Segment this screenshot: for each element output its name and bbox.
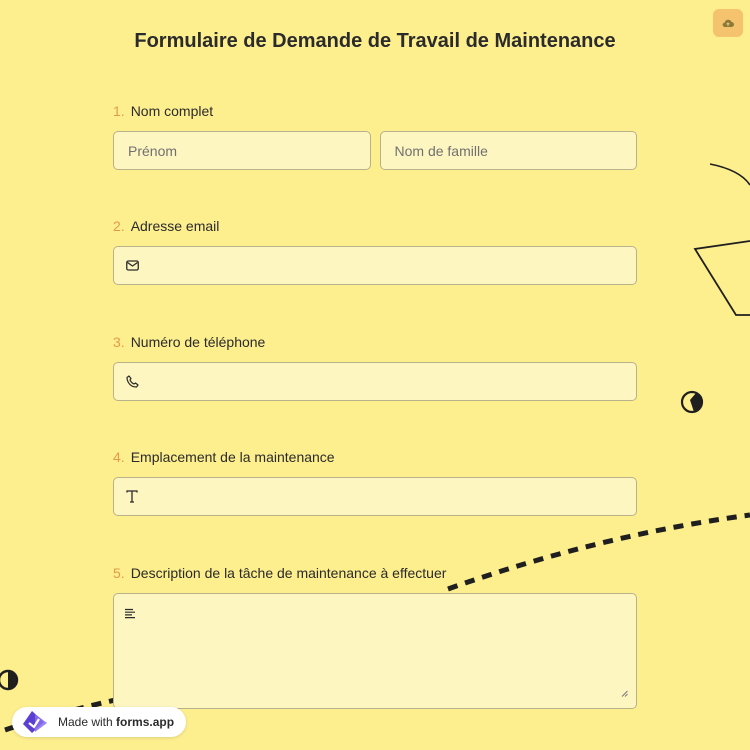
question-number: 3. [113,334,125,350]
question-label: 4. Emplacement de la maintenance [113,448,637,466]
first-name-placeholder: Prénom [128,142,178,159]
question-label: 2. Adresse email [113,217,637,235]
question-text: Adresse email [130,218,220,234]
question-text: Numéro de téléphone [130,334,266,350]
phone-icon [126,375,140,389]
location-input[interactable] [113,477,637,516]
badge-brand: forms.app [116,715,175,729]
last-name-input[interactable]: Nom de famille [379,131,637,170]
question-label: 1. Nom complet [113,102,637,120]
question-label: 3. Numéro de téléphone [113,333,637,351]
question-text: Emplacement de la maintenance [130,449,335,465]
last-name-placeholder: Nom de famille [394,142,488,159]
question-number: 2. [113,218,125,234]
paragraph-icon [124,606,136,624]
forms-app-logo-icon [23,711,47,733]
resize-handle-icon[interactable] [621,684,628,702]
question-location: 4. Emplacement de la maintenance [113,448,637,516]
email-input[interactable] [113,246,637,285]
badge-prefix: Made with [58,715,113,729]
phone-input[interactable] [113,362,637,401]
question-text: Description de la tâche de maintenance à… [130,565,447,581]
page-title: Formulaire de Demande de Travail de Main… [134,30,616,52]
mail-icon [126,259,140,273]
cloud-upload-icon [722,19,734,28]
question-label: 5. Description de la tâche de maintenance… [113,564,637,582]
text-icon [126,490,140,504]
made-with-badge[interactable]: Made with forms.app [12,707,187,737]
question-full-name: 1. Nom complet Prénom Nom de famille [113,102,637,170]
question-text: Nom complet [130,103,214,119]
question-phone: 3. Numéro de téléphone [113,333,637,401]
save-progress-button[interactable] [713,9,743,37]
question-number: 5. [113,565,125,581]
question-description: 5. Description de la tâche de maintenance… [113,564,637,709]
question-number: 4. [113,449,125,465]
description-textarea[interactable] [113,593,637,709]
first-name-input[interactable]: Prénom [113,131,371,170]
question-email: 2. Adresse email [113,217,637,285]
question-number: 1. [113,103,125,119]
